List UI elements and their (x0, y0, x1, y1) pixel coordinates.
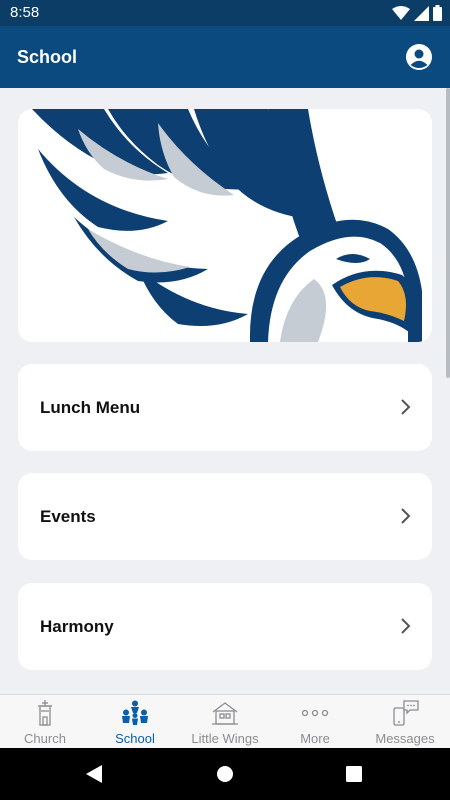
harmony-card[interactable]: Harmony (18, 583, 432, 670)
page-title: School (17, 47, 78, 67)
battery-icon (433, 5, 442, 21)
hero-banner (18, 109, 432, 342)
lunch-menu-card[interactable]: Lunch Menu (18, 364, 432, 451)
status-icons (392, 4, 442, 22)
tab-church[interactable]: Church (0, 695, 90, 749)
more-dots-icon (301, 709, 329, 717)
chevron-right-icon (401, 618, 411, 634)
app-bar: School (0, 26, 450, 88)
tab-messages[interactable]: Messages (360, 695, 450, 749)
church-icon (38, 700, 52, 726)
back-icon[interactable] (85, 765, 103, 783)
tab-label: Messages (375, 731, 435, 746)
house-icon (212, 702, 238, 725)
system-navigation-bar (0, 748, 450, 800)
chevron-right-icon (401, 399, 411, 415)
card-label: Lunch Menu (40, 398, 141, 417)
card-label: Harmony (40, 617, 114, 636)
wifi-icon (392, 5, 410, 20)
chevron-right-icon (401, 508, 411, 524)
status-time: 8:58 (10, 4, 40, 21)
tab-label: Little Wings (191, 731, 259, 746)
tab-more[interactable]: More (270, 695, 360, 749)
events-card[interactable]: Events (18, 473, 432, 560)
messages-icon (393, 700, 419, 726)
card-label: Events (40, 507, 96, 526)
account-icon[interactable] (405, 43, 433, 71)
eagle-mascot-logo (32, 109, 422, 342)
bottom-tab-bar: Church School Little Wings More Messages (0, 694, 450, 749)
recents-icon[interactable] (346, 766, 362, 782)
status-bar: 8:58 (0, 0, 450, 26)
school-people-icon (122, 700, 148, 725)
content-area[interactable]: Lunch Menu Events Harmony (0, 88, 450, 694)
tab-label: Church (24, 731, 66, 746)
signal-icon (414, 5, 429, 21)
home-icon[interactable] (216, 765, 234, 783)
tab-little-wings[interactable]: Little Wings (180, 695, 270, 749)
tab-label: School (115, 731, 155, 746)
tab-label: More (300, 731, 330, 746)
tab-school[interactable]: School (90, 695, 180, 749)
scrollbar[interactable] (446, 88, 450, 378)
